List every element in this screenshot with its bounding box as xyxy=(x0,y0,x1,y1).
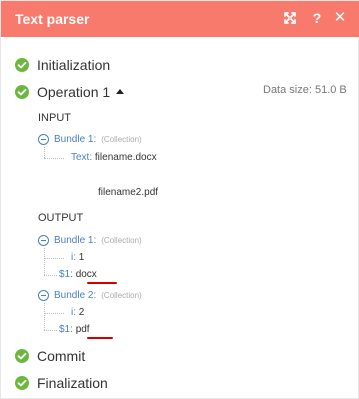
tree-line xyxy=(44,275,57,276)
check-circle-icon xyxy=(15,349,29,363)
status-label-operation: Operation 1 xyxy=(37,84,111,100)
bundle-label: Bundle 1: xyxy=(54,133,97,145)
check-circle-icon xyxy=(15,85,29,99)
field-key: Text: xyxy=(71,152,93,163)
collapse-icon[interactable] xyxy=(38,289,49,301)
collapse-icon[interactable] xyxy=(38,234,49,246)
field-value: docx xyxy=(75,269,97,280)
output-bundle-1[interactable]: Bundle 1: (Collection) xyxy=(38,233,142,247)
operation-inspector-panel: Text parser ? ✕ Initialization Operation… xyxy=(0,0,359,399)
status-label-commit: Commit xyxy=(37,348,86,364)
input-label: INPUT xyxy=(38,112,71,124)
output-bundle-2[interactable]: Bundle 2: (Collection) xyxy=(38,288,142,302)
status-finalization[interactable]: Finalization xyxy=(15,373,108,393)
tree-line xyxy=(44,313,64,314)
output-label: OUTPUT xyxy=(38,212,84,224)
tree-line xyxy=(44,147,45,158)
bundle-label: Bundle 2: xyxy=(54,289,97,301)
field-value: pdf xyxy=(75,324,90,335)
bundle-label: Bundle 1: xyxy=(54,234,97,246)
tree-line xyxy=(44,248,45,275)
bundle-type: (Collection) xyxy=(101,134,142,144)
collapse-icon[interactable] xyxy=(38,133,49,145)
tree-line xyxy=(44,303,45,330)
match-field: $1: pdf xyxy=(59,323,90,337)
match-field: $1: docx xyxy=(59,268,97,282)
field-value: filename.docx xyxy=(94,152,157,163)
highlight-underline xyxy=(87,282,117,284)
field-key: $1: xyxy=(59,324,73,335)
panel-title: Text parser xyxy=(15,11,90,27)
tree-line xyxy=(44,158,64,159)
field-key: i: xyxy=(71,252,76,263)
field-key: i: xyxy=(71,307,76,318)
data-size: Data size: 51.0 B xyxy=(263,84,347,96)
check-circle-icon xyxy=(15,376,29,390)
text-field-continuation: filename2.pdf xyxy=(98,187,159,198)
tree-line xyxy=(44,330,57,331)
text-field: Text: filename.docx xyxy=(71,151,157,165)
status-label-finalization: Finalization xyxy=(37,375,108,391)
bundle-type: (Collection) xyxy=(101,235,142,245)
highlight-underline xyxy=(87,337,113,339)
i-field: i: 2 xyxy=(71,306,84,320)
input-bundle-1[interactable]: Bundle 1: (Collection) xyxy=(38,132,142,146)
panel-header: Text parser ? ✕ xyxy=(1,1,359,37)
help-button[interactable]: ? xyxy=(307,8,327,28)
check-circle-icon xyxy=(15,58,29,72)
caret-up-icon[interactable] xyxy=(116,88,125,94)
status-commit[interactable]: Commit xyxy=(15,346,85,366)
expand-icon[interactable] xyxy=(280,8,300,28)
bundle-type: (Collection) xyxy=(101,290,142,300)
field-key: $1: xyxy=(59,269,73,280)
close-button[interactable]: ✕ xyxy=(330,8,350,28)
field-value: 2 xyxy=(78,307,85,318)
status-initialization[interactable]: Initialization xyxy=(15,55,110,75)
i-field: i: 1 xyxy=(71,251,84,265)
status-operation[interactable]: Operation 1 xyxy=(15,82,125,102)
status-label-initialization: Initialization xyxy=(37,57,111,73)
field-value: 1 xyxy=(78,252,85,263)
tree-line xyxy=(44,258,64,259)
